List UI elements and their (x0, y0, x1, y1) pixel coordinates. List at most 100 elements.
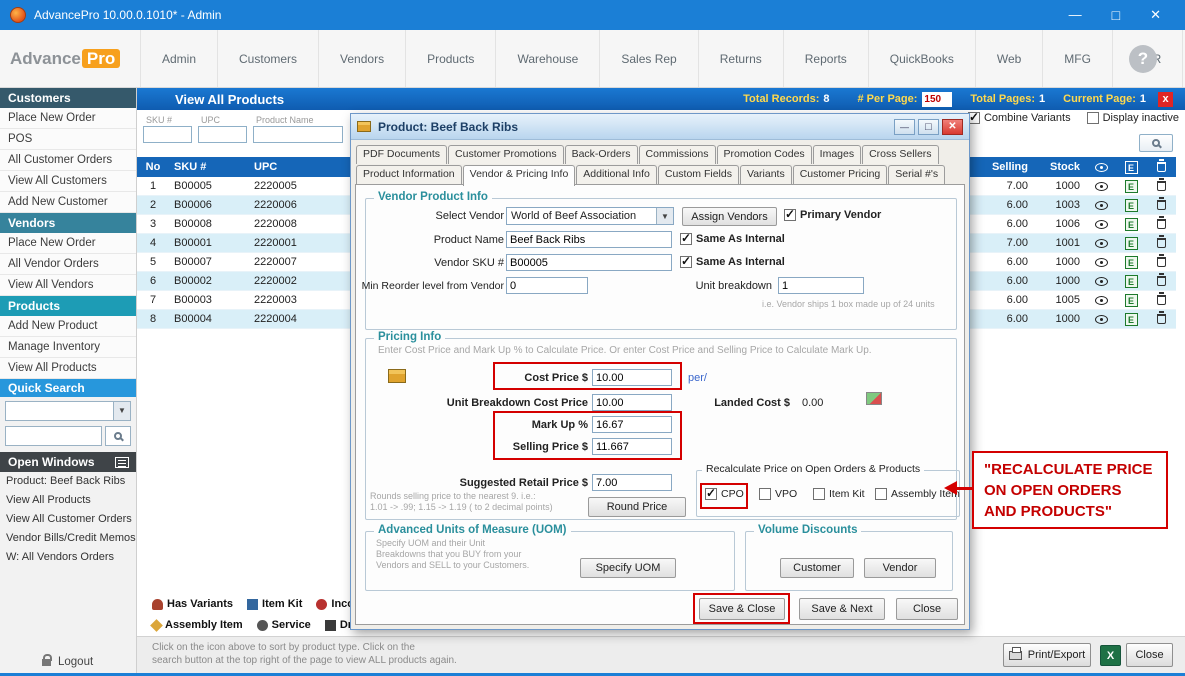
page-close-button[interactable]: x (1158, 92, 1173, 107)
ow-product-beef-back-ribs[interactable]: Product: Beef Back Ribs (0, 472, 136, 491)
ow-view-all-customer-orders[interactable]: View All Customer Orders (0, 510, 136, 529)
tab-product-information[interactable]: Product Information (356, 165, 462, 184)
selling-price-input[interactable] (592, 438, 672, 455)
delete-product-button[interactable] (1146, 234, 1176, 252)
view-product-button[interactable] (1086, 177, 1116, 195)
col-header-selling[interactable]: Selling (978, 157, 1034, 177)
view-product-button[interactable] (1086, 234, 1116, 252)
view-product-button[interactable] (1086, 272, 1116, 290)
col-header-delete[interactable] (1146, 157, 1176, 177)
sb-all-customer-orders[interactable]: All Customer Orders (0, 150, 136, 171)
display-inactive-checkbox[interactable]: Display inactive (1087, 112, 1179, 124)
sidebar-header-vendors[interactable]: Vendors (0, 213, 136, 233)
filter-name-input[interactable] (253, 126, 343, 143)
view-product-button[interactable] (1086, 253, 1116, 271)
sb-manage-inventory[interactable]: Manage Inventory (0, 337, 136, 358)
dialog-titlebar[interactable]: Product: Beef Back Ribs (351, 114, 969, 140)
nav-item-products[interactable]: Products (405, 30, 495, 87)
print-export-button[interactable]: Print/Export (1003, 643, 1091, 667)
delete-product-button[interactable] (1146, 177, 1176, 195)
nav-item-warehouse[interactable]: Warehouse (495, 30, 599, 87)
suggested-retail-input[interactable] (592, 474, 672, 491)
delete-product-button[interactable] (1146, 215, 1176, 233)
tab-images[interactable]: Images (813, 145, 861, 164)
sb-view-all-vendors[interactable]: View All Vendors (0, 275, 136, 296)
volume-customer-button[interactable]: Customer (780, 558, 854, 578)
combine-variants-checkbox[interactable]: Combine Variants (968, 112, 1071, 124)
edit-product-button[interactable] (1116, 310, 1146, 328)
window-minimize-icon[interactable] (1069, 7, 1082, 23)
view-product-button[interactable] (1086, 215, 1116, 233)
dialog-close-button[interactable]: Close (896, 598, 958, 620)
nav-item-mfg[interactable]: MFG (1042, 30, 1112, 87)
primary-vendor-checkbox[interactable]: Primary Vendor (784, 209, 881, 221)
filter-upc-input[interactable] (198, 126, 247, 143)
nav-item-customers[interactable]: Customers (217, 30, 318, 87)
tab-additional-info[interactable]: Additional Info (576, 165, 657, 184)
sb-view-all-products[interactable]: View All Products (0, 358, 136, 379)
sb-pos[interactable]: POS (0, 129, 136, 150)
help-icon[interactable] (1129, 45, 1157, 73)
save-next-button[interactable]: Save & Next (799, 598, 885, 620)
sidebar-header-customers[interactable]: Customers (0, 88, 136, 108)
edit-product-button[interactable] (1116, 196, 1146, 214)
edit-product-button[interactable] (1116, 253, 1146, 271)
same-as-internal-sku-checkbox[interactable]: Same As Internal (680, 256, 785, 268)
volume-vendor-button[interactable]: Vendor (864, 558, 936, 578)
window-maximize-icon[interactable] (1112, 7, 1120, 23)
nav-item-admin[interactable]: Admin (140, 30, 217, 87)
sb-cust-place-new-order[interactable]: Place New Order (0, 108, 136, 129)
vpo-checkbox[interactable]: VPO (759, 488, 797, 500)
assign-vendors-button[interactable]: Assign Vendors (682, 207, 777, 226)
view-product-button[interactable] (1086, 310, 1116, 328)
col-header-view[interactable] (1086, 157, 1116, 177)
view-product-button[interactable] (1086, 196, 1116, 214)
tab-variants[interactable]: Variants (740, 165, 792, 184)
vendor-select[interactable]: World of Beef Association (506, 207, 674, 225)
page-close-footer-button[interactable]: Close (1126, 643, 1173, 667)
col-header-stock[interactable]: Stock (1034, 157, 1086, 177)
sb-vend-place-new-order[interactable]: Place New Order (0, 233, 136, 254)
delete-product-button[interactable] (1146, 272, 1176, 290)
min-reorder-input[interactable] (506, 277, 588, 294)
col-header-sku[interactable]: SKU # (169, 157, 249, 177)
delete-product-button[interactable] (1146, 310, 1176, 328)
dialog-minimize-icon[interactable] (894, 119, 915, 135)
vendor-product-name-input[interactable] (506, 231, 672, 248)
col-header-no[interactable]: No (137, 157, 169, 177)
nav-item-reports[interactable]: Reports (783, 30, 868, 87)
ow-w-all-vendors-orders[interactable]: W: All Vendors Orders (0, 548, 136, 567)
nav-item-quickbooks[interactable]: QuickBooks (868, 30, 975, 87)
dialog-maximize-icon[interactable] (918, 119, 939, 135)
search-products-button[interactable] (1139, 134, 1173, 152)
nav-item-vendors[interactable]: Vendors (318, 30, 405, 87)
tab-cross-sellers[interactable]: Cross Sellers (862, 145, 938, 164)
delete-product-button[interactable] (1146, 291, 1176, 309)
round-price-button[interactable]: Round Price (588, 497, 686, 517)
cpo-checkbox[interactable]: CPO (705, 488, 744, 500)
edit-product-button[interactable] (1116, 234, 1146, 252)
sidebar-header-products[interactable]: Products (0, 296, 136, 316)
view-product-button[interactable] (1086, 291, 1116, 309)
sb-add-new-customer[interactable]: Add New Customer (0, 192, 136, 213)
tab-commissions[interactable]: Commissions (639, 145, 716, 164)
tab-vendor-pricing-info[interactable]: Vendor & Pricing Info (463, 165, 576, 186)
tab-customer-promotions[interactable]: Customer Promotions (448, 145, 564, 164)
ow-view-all-products[interactable]: View All Products (0, 491, 136, 510)
specify-uom-button[interactable]: Specify UOM (580, 558, 676, 578)
tab-customer-pricing[interactable]: Customer Pricing (793, 165, 888, 184)
tab-back-orders[interactable]: Back-Orders (565, 145, 638, 164)
col-header-edit[interactable] (1116, 157, 1146, 177)
tab-custom-fields[interactable]: Custom Fields (658, 165, 739, 184)
same-as-internal-name-checkbox[interactable]: Same As Internal (680, 233, 785, 245)
window-close-icon[interactable] (1150, 7, 1161, 23)
sb-view-all-customers[interactable]: View All Customers (0, 171, 136, 192)
save-close-button[interactable]: Save & Close (699, 598, 785, 620)
dialog-close-icon[interactable] (942, 119, 963, 135)
excel-export-icon[interactable] (1100, 645, 1121, 666)
delete-product-button[interactable] (1146, 253, 1176, 271)
unit-breakdown-cost-input[interactable] (592, 394, 672, 411)
sb-all-vendor-orders[interactable]: All Vendor Orders (0, 254, 136, 275)
vendor-sku-input[interactable] (506, 254, 672, 271)
cost-price-input[interactable] (592, 369, 672, 386)
